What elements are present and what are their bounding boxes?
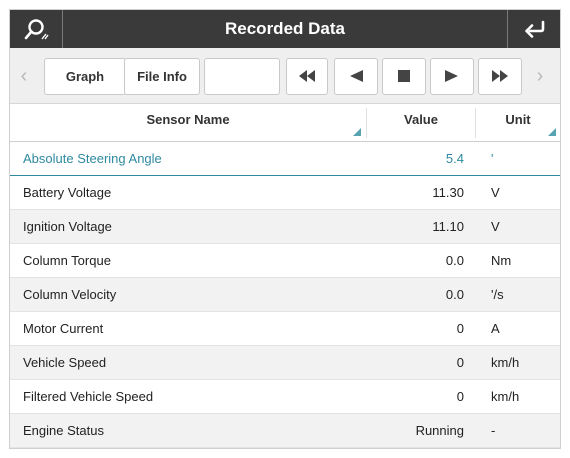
sort-indicator-icon: [353, 128, 361, 136]
step-back-icon: [350, 70, 363, 82]
step-back-button[interactable]: [334, 58, 378, 95]
return-button[interactable]: [508, 10, 560, 48]
table-row[interactable]: Filtered Vehicle Speed 0 km/h: [10, 380, 560, 414]
sensor-unit: V: [491, 219, 500, 234]
fast-forward-icon: [492, 70, 508, 82]
sensor-name: Engine Status: [23, 423, 104, 438]
chevron-left-icon[interactable]: ‹: [16, 58, 32, 95]
table-row[interactable]: Engine Status Running -: [10, 414, 560, 448]
recorded-data-window: Recorded Data ‹ Graph File Info › Sensor…: [9, 9, 561, 449]
sensor-value: 0.0: [445, 287, 464, 302]
sensor-name: Vehicle Speed: [23, 355, 107, 370]
sensor-name: Absolute Steering Angle: [23, 151, 162, 166]
sensor-name: Filtered Vehicle Speed: [23, 389, 154, 404]
playback-toolbar: ‹ Graph File Info ›: [10, 48, 560, 104]
column-header-unit[interactable]: Unit: [476, 104, 560, 142]
sensor-unit: ': [491, 151, 494, 166]
return-arrow-icon: [525, 20, 545, 38]
play-button[interactable]: [430, 58, 474, 95]
sort-indicator-icon: [548, 128, 556, 136]
sensor-value: 0: [456, 321, 464, 336]
search-button[interactable]: [10, 10, 62, 48]
sensor-unit: Nm: [491, 253, 512, 268]
sensor-value: 11.10: [432, 219, 464, 234]
sensor-value: 11.30: [432, 185, 464, 200]
table-header: Sensor Name Value Unit: [10, 104, 560, 142]
sensor-value: 0: [456, 389, 464, 404]
search-edit-icon: [24, 19, 49, 40]
column-header-sensor-name[interactable]: Sensor Name: [10, 104, 366, 142]
sensor-value: 0.0: [445, 253, 464, 268]
sensor-unit: km/h: [491, 389, 520, 404]
sensor-name: Column Torque: [23, 253, 111, 268]
sensor-value: Running: [415, 423, 464, 438]
table-row[interactable]: Column Torque 0.0 Nm: [10, 244, 560, 278]
graph-button[interactable]: Graph: [44, 58, 126, 95]
table-row[interactable]: Motor Current 0 A: [10, 312, 560, 346]
table-row[interactable]: Ignition Voltage 11.10 V: [10, 210, 560, 244]
table-row[interactable]: Battery Voltage 11.30 V: [10, 176, 560, 210]
play-icon: [445, 70, 458, 82]
chevron-right-icon[interactable]: ›: [532, 58, 548, 95]
sensor-name: Motor Current: [23, 321, 104, 336]
column-header-value[interactable]: Value: [367, 104, 475, 142]
file-info-button[interactable]: File Info: [124, 58, 200, 95]
sensor-value: 0: [456, 355, 464, 370]
sensor-name: Column Velocity: [23, 287, 117, 302]
sensor-unit: V: [491, 185, 500, 200]
page-title: Recorded Data: [225, 19, 345, 38]
sensor-value: 5.4: [445, 151, 464, 166]
blank-button[interactable]: [204, 58, 280, 95]
sensor-unit: '/s: [491, 287, 504, 302]
rewind-button[interactable]: [286, 58, 328, 95]
title-bar: Recorded Data: [10, 10, 560, 48]
stop-icon: [398, 70, 410, 82]
sensor-name: Battery Voltage: [23, 185, 112, 200]
sensor-name: Ignition Voltage: [23, 219, 112, 234]
sensor-unit: -: [491, 423, 496, 438]
table-row[interactable]: Vehicle Speed 0 km/h: [10, 346, 560, 380]
table-row[interactable]: Column Velocity 0.0 '/s: [10, 278, 560, 312]
rewind-icon: [299, 70, 315, 82]
sensor-unit: A: [491, 321, 500, 336]
fast-forward-button[interactable]: [478, 58, 522, 95]
table-row[interactable]: Absolute Steering Angle 5.4 ': [10, 142, 560, 176]
sensor-unit: km/h: [491, 355, 520, 370]
stop-button[interactable]: [382, 58, 426, 95]
